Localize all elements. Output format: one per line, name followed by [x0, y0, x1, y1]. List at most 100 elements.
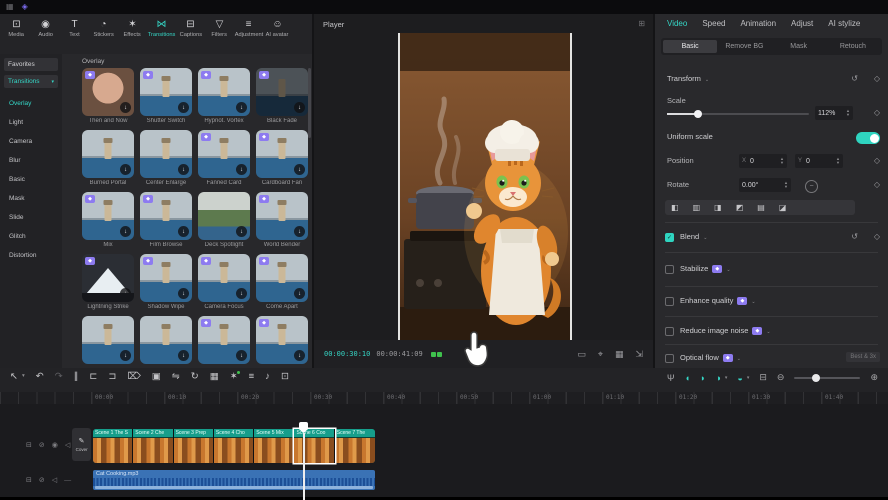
video-clip-6[interactable]: Scene 6 Coo	[294, 429, 334, 463]
keyframe-icon[interactable]: ◇	[874, 180, 880, 189]
sidebar-item-overlay[interactable]: Overlay	[0, 94, 62, 113]
ribbon-media[interactable]: ⊡Media	[2, 17, 31, 41]
video-clip-2[interactable]: Scene 2 Che	[133, 429, 173, 463]
split-icon[interactable]: ∥	[74, 372, 79, 382]
download-icon[interactable]: ↓	[178, 102, 189, 113]
download-icon[interactable]: ↓	[120, 102, 131, 113]
voiceover-mic-icon[interactable]: Ψ	[667, 373, 675, 383]
freeze-frame-icon[interactable]: ▣	[152, 372, 161, 382]
align-top-icon[interactable]: ◩	[736, 204, 744, 212]
ripple-toggle-icon[interactable]: ◒	[737, 373, 742, 383]
redo-icon[interactable]: ↷	[55, 372, 63, 382]
position-y-box[interactable]: Y 0 ▲▼	[795, 154, 843, 168]
sidebar-item-slide[interactable]: Slide	[0, 208, 62, 227]
keyframe-icon[interactable]: ◇	[874, 156, 880, 165]
video-preview[interactable]	[398, 33, 572, 340]
download-icon[interactable]: ↓	[294, 288, 305, 299]
blend-checkbox[interactable]: ✓	[665, 233, 674, 242]
transition-item-item[interactable]: ◆↓	[198, 316, 250, 368]
video-clip-7[interactable]: Scene 7 The	[335, 429, 375, 463]
ribbon-captions[interactable]: ⊟Captions	[176, 17, 205, 41]
timeline-zoom-slider[interactable]	[794, 377, 860, 379]
align-center-vertical-icon[interactable]: ▤	[757, 204, 765, 212]
ribbon-filters[interactable]: ▽Filters	[205, 17, 234, 41]
reduce-noise-checkbox[interactable]	[665, 327, 674, 336]
download-icon[interactable]: ↓	[120, 288, 131, 299]
download-icon[interactable]: ↓	[236, 350, 247, 361]
resolution-icon[interactable]: ▦	[615, 349, 624, 360]
snap-toggle-icon[interactable]: ◖	[685, 373, 690, 383]
reset-icon[interactable]: ↺	[851, 74, 858, 83]
subtab-mask[interactable]: Mask	[772, 40, 826, 53]
chevron-down-icon[interactable]: ⌄	[737, 356, 741, 362]
stepper-icon[interactable]: ▲▼	[784, 181, 788, 189]
transition-item-come-apart[interactable]: ◆↓Come Apart	[256, 254, 308, 311]
player-options-icon[interactable]: ⊞	[638, 19, 645, 28]
tab-adjust[interactable]: Adjust	[791, 19, 813, 28]
timeline-ruler[interactable]: 00:0000:1000:2000:3000:4000:5001:0001:10…	[0, 392, 888, 404]
workspace-icon[interactable]: ◈	[22, 3, 28, 11]
chevron-down-icon[interactable]: ▾	[725, 375, 728, 381]
align-center-horizontal-icon[interactable]: ▥	[693, 204, 701, 212]
rotate-icon[interactable]: ↻	[191, 372, 199, 382]
sidebar-item-camera[interactable]: Camera	[0, 132, 62, 151]
video-clip-4[interactable]: Scene 4 Cho	[214, 429, 254, 463]
app-menu-icon[interactable]: ▦	[6, 3, 14, 11]
transition-item-deck-spotlight[interactable]: ↓Deck Spotlight	[198, 192, 250, 249]
rotate-dial-icon[interactable]: −	[805, 180, 818, 193]
transition-item-world-bender[interactable]: ◆↓World Bender	[256, 192, 308, 249]
fullscreen-icon[interactable]: ⇲	[635, 349, 643, 360]
delete-icon[interactable]: ⌦	[127, 372, 140, 382]
transition-item-mix[interactable]: ◆↓Mix	[82, 192, 134, 249]
download-icon[interactable]: ↓	[178, 350, 189, 361]
slider-handle[interactable]	[812, 374, 820, 382]
download-icon[interactable]: ↓	[178, 164, 189, 175]
select-tool-caret-icon[interactable]: ▾	[22, 374, 25, 380]
slider-handle[interactable]	[694, 110, 702, 118]
auto-captions-icon[interactable]: ≡	[249, 372, 255, 382]
chevron-down-icon[interactable]: ⌄	[726, 267, 730, 273]
preview-quality-icon[interactable]	[431, 352, 442, 357]
stabilize-checkbox[interactable]	[665, 265, 674, 274]
download-icon[interactable]: ↓	[294, 350, 305, 361]
transition-item-camera-focus[interactable]: ◆↓Camera Focus	[198, 254, 250, 311]
trim-right-icon[interactable]: ⊐	[108, 372, 116, 382]
stepper-icon[interactable]: ▲▼	[846, 109, 850, 117]
chevron-down-icon[interactable]: ▾	[747, 375, 750, 381]
lock-track-icon[interactable]: ⊘	[39, 476, 45, 484]
align-left-icon[interactable]: ◧	[671, 204, 679, 212]
zoom-out-icon[interactable]: ⊖	[777, 372, 785, 383]
subtab-basic[interactable]: Basic	[663, 40, 717, 53]
ribbon-audio[interactable]: ◉Audio	[31, 17, 60, 41]
mute-track-icon[interactable]: ◁	[52, 476, 57, 484]
align-right-icon[interactable]: ◨	[714, 204, 722, 212]
ratio-icon[interactable]: ▭	[577, 349, 586, 360]
rotate-value-box[interactable]: 0.00° ▲▼	[739, 178, 791, 192]
subtab-remove-bg[interactable]: Remove BG	[717, 40, 771, 53]
keyframe-icon[interactable]: ◇	[874, 74, 880, 83]
tab-ai-stylize[interactable]: AI stylize	[828, 19, 860, 28]
sidebar-item-light[interactable]: Light	[0, 113, 62, 132]
tab-speed[interactable]: Speed	[702, 19, 725, 28]
track-view-icon[interactable]: ⊡	[281, 372, 289, 382]
video-clip-3[interactable]: Scene 3 Prep	[174, 429, 214, 463]
download-icon[interactable]: ↓	[236, 164, 247, 175]
chevron-down-icon[interactable]: ⌄	[703, 235, 707, 241]
download-icon[interactable]: ↓	[236, 102, 247, 113]
download-icon[interactable]: ↓	[120, 164, 131, 175]
chevron-down-icon[interactable]: ⌄	[751, 299, 755, 305]
hide-track-icon[interactable]: ◉	[52, 441, 58, 449]
transition-item-shutter-switch[interactable]: ◆↓Shutter Switch	[140, 68, 192, 125]
transition-item-center-enlarge[interactable]: ↓Center Enlarge	[140, 130, 192, 187]
sidebar-item-glitch[interactable]: Glitch	[0, 227, 62, 246]
transition-item-lightning-strike[interactable]: ◆↓Lightning Strike	[82, 254, 134, 311]
transitions-group-button[interactable]: Transitions ▾	[4, 75, 58, 88]
transition-item-fanned-card[interactable]: ◆↓Fanned Card	[198, 130, 250, 187]
cover-button[interactable]: ✎ Cover	[72, 428, 91, 461]
grid-scrollbar[interactable]	[308, 68, 311, 138]
chevron-down-icon[interactable]: ⌄	[766, 329, 770, 335]
enhance-quality-checkbox[interactable]	[665, 297, 674, 306]
transition-item-item[interactable]: ↓	[140, 316, 192, 368]
transition-item-item[interactable]: ◆↓	[256, 316, 308, 368]
motion-focus-icon[interactable]: ⌖	[598, 349, 603, 360]
